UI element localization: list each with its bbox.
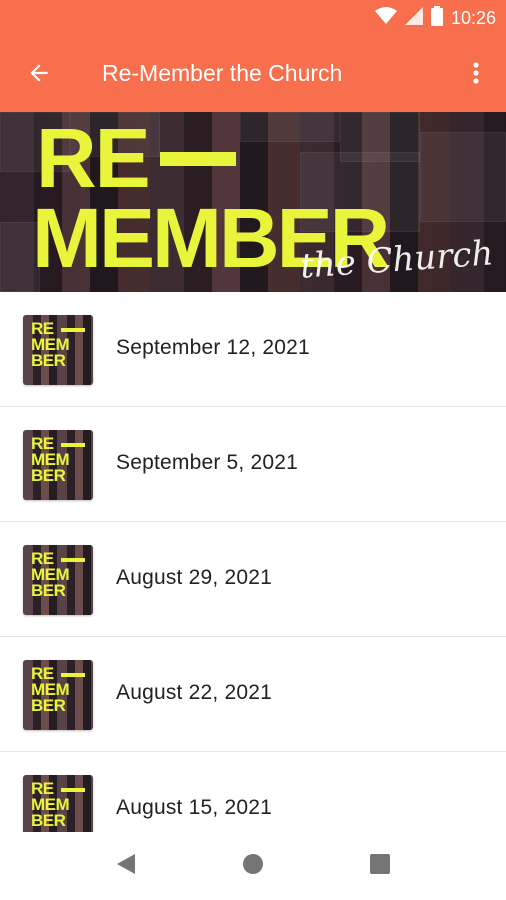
- item-title: August 22, 2021: [116, 681, 272, 704]
- list-item[interactable]: RE MEM BER September 12, 2021: [0, 292, 506, 407]
- hero-title-line1: RE: [36, 112, 151, 205]
- status-time: 10:26: [450, 7, 496, 28]
- signal-icon: [404, 6, 423, 30]
- battery-icon: [430, 5, 443, 31]
- page-title: Re-Member the Church: [102, 60, 343, 86]
- item-title: August 15, 2021: [116, 796, 272, 819]
- home-circle-icon: [242, 853, 264, 880]
- hero-banner: RE MEMBER the Church: [0, 112, 506, 292]
- item-thumbnail: RE MEM BER: [23, 775, 93, 832]
- back-button[interactable]: [22, 58, 56, 92]
- item-title: August 29, 2021: [116, 566, 272, 589]
- item-title: September 5, 2021: [116, 451, 299, 474]
- status-bar: 10:26: [0, 0, 506, 36]
- status-icons: 10:26: [374, 5, 496, 31]
- item-thumbnail: RE MEM BER: [23, 545, 93, 615]
- app-bar: Re-Member the Church: [0, 36, 506, 112]
- item-title: September 12, 2021: [116, 336, 310, 359]
- wifi-icon: [374, 6, 397, 30]
- top-bar: 10:26 Re-Member the Church: [0, 0, 506, 112]
- list-item[interactable]: RE MEM BER September 5, 2021: [0, 407, 506, 522]
- more-options-button[interactable]: [464, 58, 488, 92]
- nav-back-button[interactable]: [114, 853, 138, 880]
- item-thumbnail: RE MEM BER: [23, 430, 93, 500]
- list-item[interactable]: RE MEM BER August 22, 2021: [0, 637, 506, 752]
- item-thumbnail: RE MEM BER: [23, 315, 93, 385]
- nav-recents-button[interactable]: [368, 853, 392, 879]
- system-nav-bar: [0, 832, 506, 900]
- back-triangle-icon: [115, 853, 137, 880]
- more-vert-icon: [473, 61, 479, 90]
- nav-home-button[interactable]: [241, 853, 265, 880]
- recents-square-icon: [370, 853, 390, 879]
- sermon-list: RE MEM BER September 12, 2021 RE MEM BER Sep…: [0, 292, 506, 832]
- item-thumbnail: RE MEM BER: [23, 660, 93, 730]
- hero-dash: [160, 152, 236, 166]
- list-item[interactable]: RE MEM BER August 29, 2021: [0, 522, 506, 637]
- arrow-back-icon: [26, 60, 52, 91]
- list-item[interactable]: RE MEM BER August 15, 2021: [0, 752, 506, 832]
